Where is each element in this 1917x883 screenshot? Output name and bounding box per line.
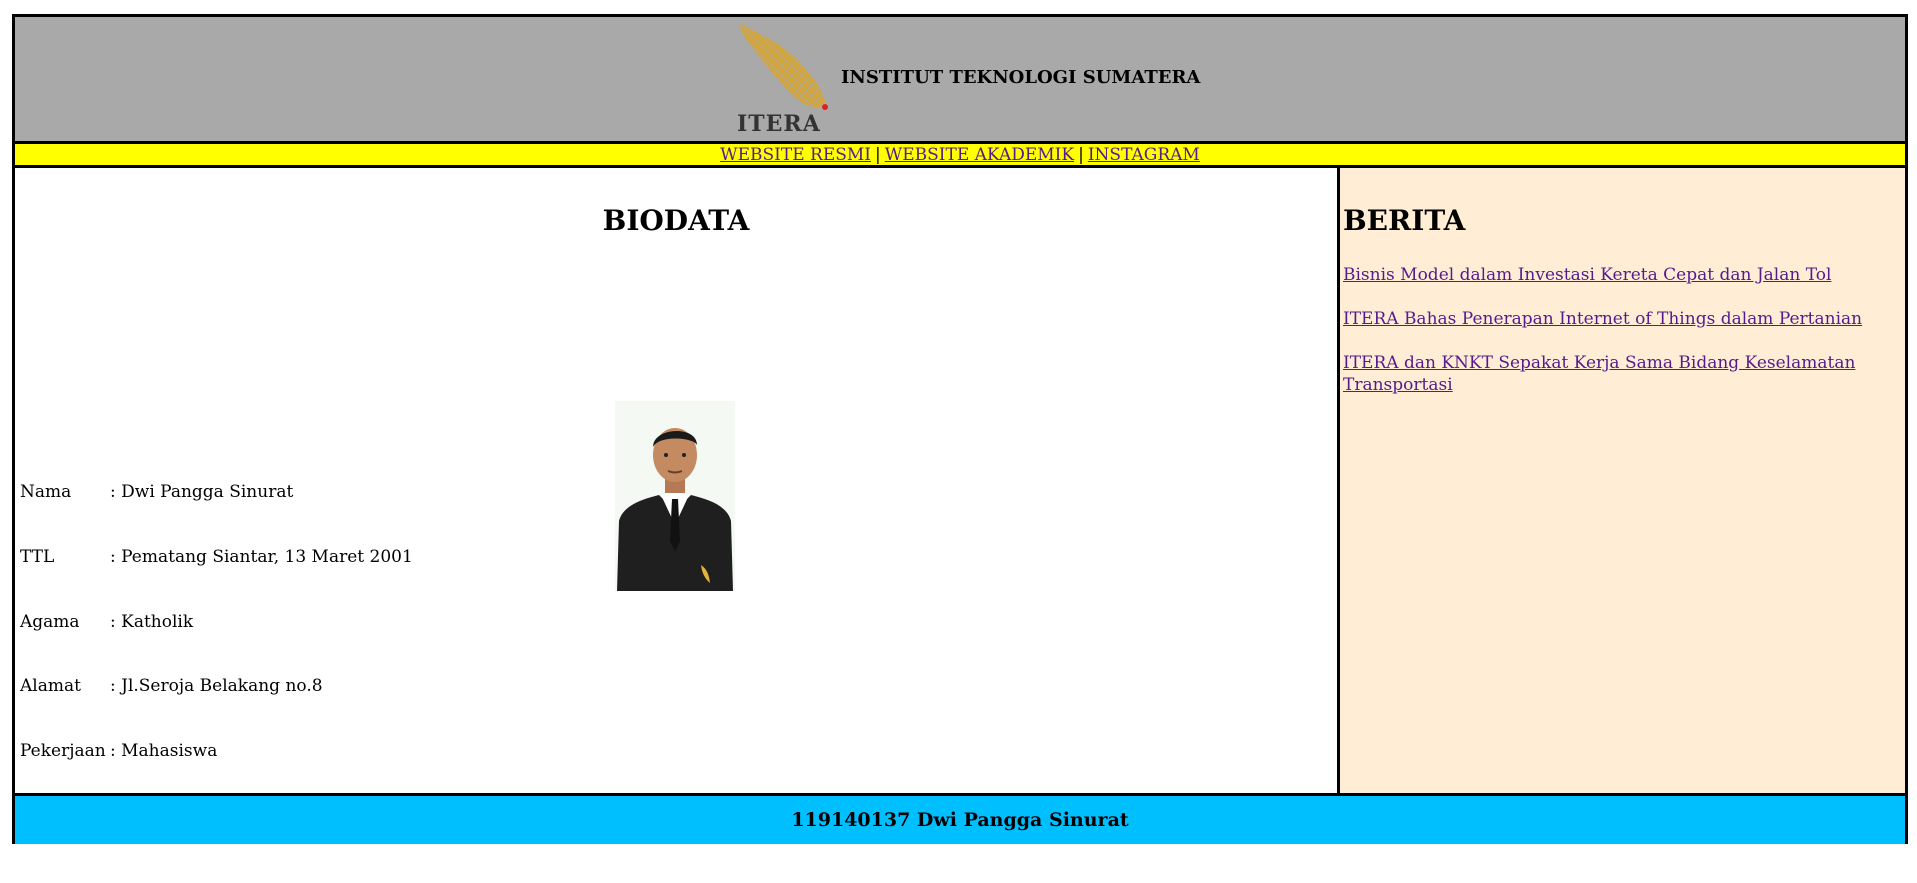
bio-label: Alamat (20, 676, 81, 696)
site-header: ITERA INSTITUT TEKNOLOGI SUMATERA (15, 17, 1905, 144)
bio-label: Nama (20, 482, 72, 502)
news-item: ITERA dan KNKT Sepakat Kerja Sama Bidang… (1343, 352, 1885, 396)
bio-value: : Mahasiswa (110, 741, 218, 761)
nav-link-website-akademik[interactable]: WEBSITE AKADEMIK (885, 145, 1074, 165)
logo-text: ITERA (737, 111, 821, 137)
bio-value: : Katholik (110, 612, 194, 632)
bio-row-agama: Agama : Katholik (20, 612, 193, 632)
news-link[interactable]: Bisnis Model dalam Investasi Kereta Cepa… (1343, 265, 1831, 285)
bio-row-pekerjaan: Pekerjaan : Mahasiswa (20, 741, 217, 761)
berita-title: BERITA (1343, 204, 1466, 237)
news-item: ITERA Bahas Penerapan Internet of Things… (1343, 308, 1885, 330)
bio-row-ttl: TTL : Pematang Siantar, 13 Maret 2001 (20, 547, 413, 567)
site-title: INSTITUT TEKNOLOGI SUMATERA (841, 67, 1201, 88)
itera-logo: ITERA (737, 21, 843, 137)
nav-separator: | (875, 145, 881, 165)
berita-sidebar: BERITA Bisnis Model dalam Investasi Kere… (1340, 168, 1905, 793)
biodata-title: BIODATA (602, 204, 750, 237)
bio-label: Agama (20, 612, 80, 632)
news-link[interactable]: ITERA Bahas Penerapan Internet of Things… (1343, 309, 1862, 329)
bio-row-nama: Nama : Dwi Pangga Sinurat (20, 482, 293, 502)
bio-value: : Dwi Pangga Sinurat (110, 482, 294, 502)
profile-photo (615, 401, 735, 591)
biodata-section: BIODATA Nama: Dwi Pangga Sinurat TTL: … (15, 168, 1340, 793)
nav-link-instagram[interactable]: INSTAGRAM (1088, 145, 1200, 165)
sumatera-island-icon (739, 23, 828, 110)
bio-label: TTL (20, 547, 55, 567)
news-item: Bisnis Model dalam Investasi Kereta Cepa… (1343, 264, 1885, 286)
nav-bar: WEBSITE RESMI | WEBSITE AKADEMIK | INSTAGRAM (15, 144, 1905, 168)
bio-label: Pekerjaan (20, 741, 106, 761)
bio-value: : Jl.Seroja Belakang no.8 (110, 676, 323, 696)
footer-text: 119140137 Dwi Pangga Sinurat (791, 809, 1129, 831)
bio-value: : Pematang Siantar, 13 Maret 2001 (110, 547, 413, 567)
news-list: Bisnis Model dalam Investasi Kereta Cepa… (1343, 264, 1885, 418)
page-frame: ITERA INSTITUT TEKNOLOGI SUMATERA WEBSIT… (12, 14, 1908, 844)
nav-link-website-resmi[interactable]: WEBSITE RESMI (720, 145, 871, 165)
site-footer: 119140137 Dwi Pangga Sinurat (15, 793, 1905, 844)
nav-separator: | (1078, 145, 1084, 165)
news-link[interactable]: ITERA dan KNKT Sepakat Kerja Sama Bidang… (1343, 353, 1855, 395)
bio-row-alamat: Alamat : Jl.Seroja Belakang no.8 (20, 676, 323, 696)
